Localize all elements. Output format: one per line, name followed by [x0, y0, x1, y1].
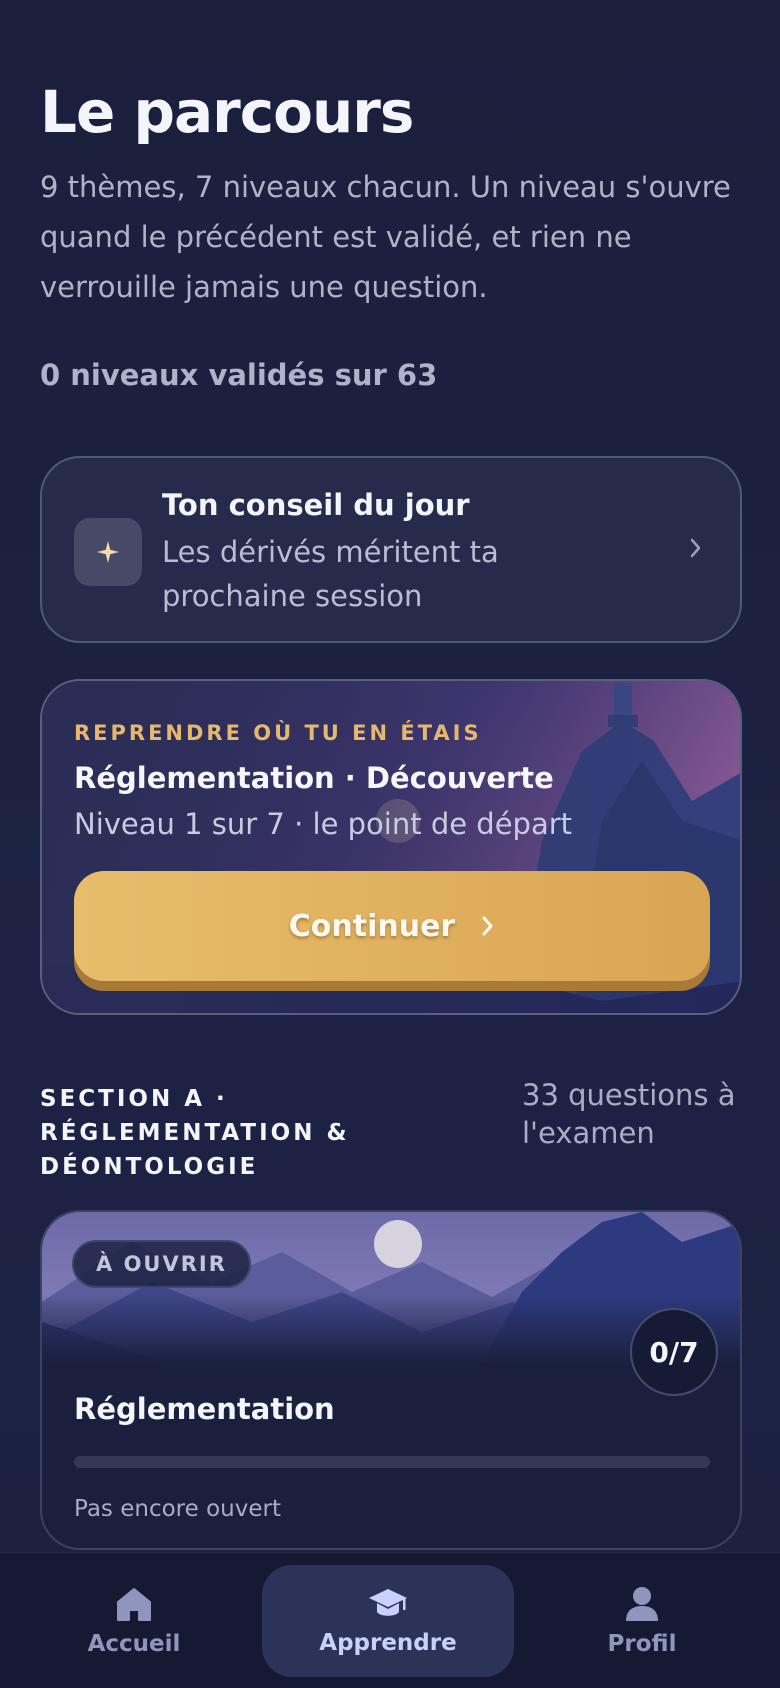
tip-text: Les dérivés méritent ta prochaine sessio… [162, 535, 499, 613]
user-icon [626, 1587, 658, 1621]
nav-item-profil[interactable]: Profil [516, 1565, 768, 1677]
daily-tip-card[interactable]: Ton conseil du jour Les dérivés méritent… [40, 456, 742, 643]
continue-button[interactable]: Continuer [74, 871, 710, 981]
graduation-cap-icon [369, 1589, 407, 1616]
nav-label-profil: Profil [607, 1631, 677, 1657]
tip-title: Ton conseil du jour [162, 488, 470, 522]
learning-path-screen: Le parcours 9 thèmes, 7 niveaux chacun. … [0, 0, 780, 1688]
section-title: SECTION A · RÉGLEMENTATION & DÉONTOLOGIE [40, 1086, 350, 1180]
page-subtitle: 9 thèmes, 7 niveaux chacun. Un niveau s'… [40, 170, 731, 304]
nav-item-accueil[interactable]: Accueil [8, 1565, 260, 1677]
theme-progress-bar [74, 1456, 710, 1468]
sparkle-icon [74, 518, 142, 586]
home-icon [117, 1588, 151, 1621]
theme-card-reglementation[interactable]: À OUVRIR 0/7 Réglementation Pas encore o… [40, 1210, 742, 1550]
page-title: Le parcours [40, 78, 414, 146]
levels-progress-summary: 0 niveaux validés sur 63 [40, 358, 438, 392]
resume-subtitle: Niveau 1 sur 7 · le point de départ [74, 807, 573, 841]
resume-title: Réglementation · Découverte [74, 761, 554, 795]
chevron-right-icon [482, 916, 493, 936]
theme-name: Réglementation [74, 1392, 335, 1426]
theme-status: Pas encore ouvert [74, 1496, 281, 1522]
section-question-count: 33 questions à l'examen [522, 1078, 736, 1150]
nav-item-apprendre[interactable]: Apprendre [262, 1565, 514, 1677]
level-count-badge: 0/7 [630, 1308, 718, 1396]
nav-label-apprendre: Apprendre [319, 1630, 457, 1656]
chevron-right-icon [688, 536, 704, 564]
resume-card: REPRENDRE OÙ TU EN ÉTAIS Réglementation … [40, 679, 742, 1015]
resume-kicker: REPRENDRE OÙ TU EN ÉTAIS [74, 721, 482, 745]
status-badge: À OUVRIR [72, 1240, 251, 1288]
bottom-navigation: Accueil Apprendre Profil [0, 1552, 780, 1688]
continue-button-label: Continuer [288, 908, 456, 944]
nav-label-accueil: Accueil [87, 1631, 181, 1657]
